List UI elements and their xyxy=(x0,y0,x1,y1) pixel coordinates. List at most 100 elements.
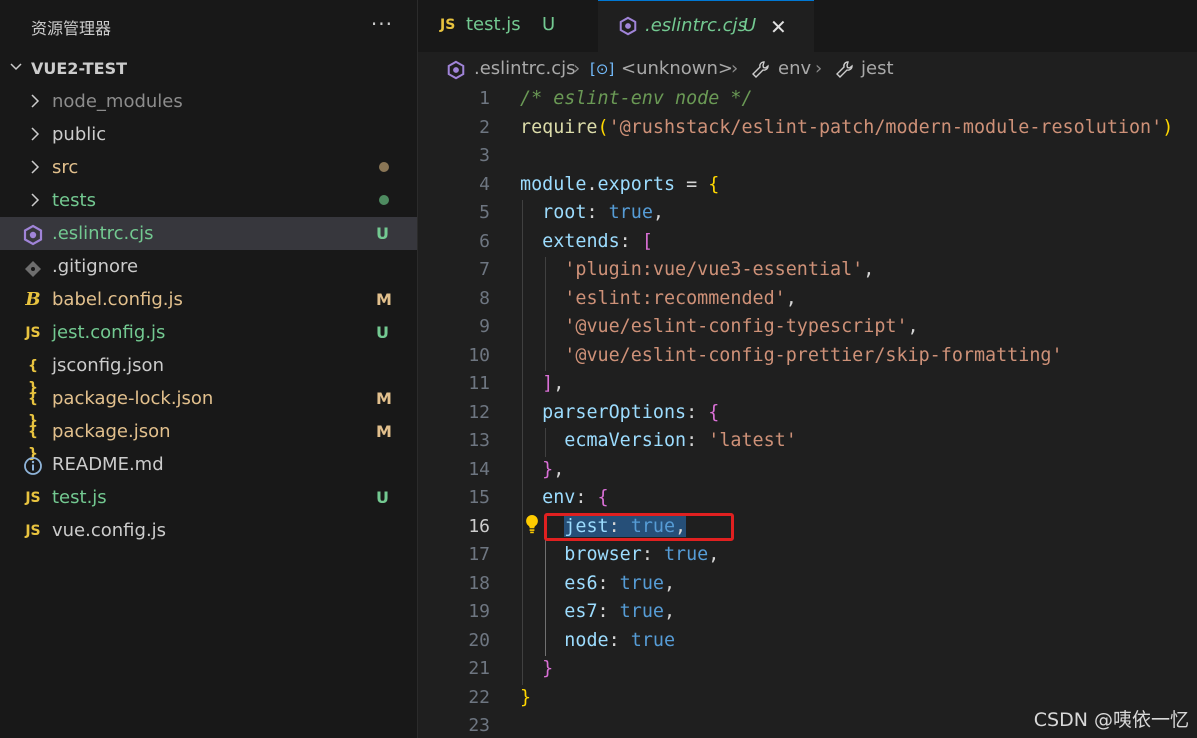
js-icon: JS xyxy=(25,490,41,506)
chevron-right-icon xyxy=(31,193,40,207)
git-status-badge: M xyxy=(376,422,392,441)
code-line: 17 browser: true, xyxy=(418,542,1197,571)
tree-item-label: babel.config.js xyxy=(52,289,183,310)
token: true xyxy=(663,544,709,565)
code-line: 9 '@vue/eslint-config-typescript', xyxy=(418,314,1197,343)
code-line: 13 ecmaVersion: 'latest' xyxy=(418,428,1197,457)
tree-folder-tests[interactable]: tests xyxy=(0,184,417,217)
js-icon: JS xyxy=(25,325,41,341)
js-icon: JS xyxy=(25,523,41,539)
tree-file-gitignore[interactable]: .gitignore xyxy=(0,250,417,283)
line-content: es7: true, xyxy=(564,601,676,622)
line-number: 4 xyxy=(479,173,490,195)
line-number: 23 xyxy=(468,715,490,736)
tree-file-package-json[interactable]: { } package.json M xyxy=(0,415,417,462)
chevron-right-icon xyxy=(31,94,40,108)
babel-icon: B xyxy=(25,289,41,310)
tree-item-label: .gitignore xyxy=(52,256,139,277)
line-content: parserOptions: { xyxy=(542,401,720,423)
tree-folder-src[interactable]: src xyxy=(0,151,417,184)
line-number: 19 xyxy=(468,601,490,622)
token: env xyxy=(542,487,576,508)
code-line: 15 env: { xyxy=(418,485,1197,514)
json-icon: { } xyxy=(28,358,38,396)
code-line: 8 'eslint:recommended', xyxy=(418,285,1197,314)
git-status-badge: U xyxy=(376,224,389,243)
line-number: 20 xyxy=(468,629,490,651)
token: extends xyxy=(542,230,620,252)
line-content: env: { xyxy=(542,487,609,508)
breadcrumb-symbol-unknown[interactable]: <unknown> xyxy=(621,58,733,79)
explorer-header: 资源管理器 ··· xyxy=(0,0,417,52)
line-content: require('@rushstack/eslint-patch/modern-… xyxy=(520,116,1174,138)
code-line: 20 node: true xyxy=(418,627,1197,656)
git-status-badge: U xyxy=(376,323,389,342)
tree-file-jsconfig[interactable]: { } jsconfig.json xyxy=(0,349,417,396)
line-content: /* eslint-env node */ xyxy=(520,88,753,109)
tree-item-label: node_modules xyxy=(52,91,183,112)
line-content: ecmaVersion: 'latest' xyxy=(564,430,797,451)
tree-file-vue-config[interactable]: JS vue.config.js xyxy=(0,514,417,547)
line-number: 16 xyxy=(468,515,490,537)
line-number: 6 xyxy=(479,230,490,252)
tree-file-test-js[interactable]: JS test.js U xyxy=(0,481,417,514)
code-line: 12 parserOptions: { xyxy=(418,399,1197,428)
tab-test-js[interactable]: JS test.js U xyxy=(418,0,596,52)
more-actions-icon[interactable]: ··· xyxy=(371,12,393,36)
breadcrumb-symbol-env[interactable]: env xyxy=(778,58,811,79)
token: ecmaVersion xyxy=(564,430,687,451)
token: true xyxy=(608,202,653,223)
line-number: 10 xyxy=(468,344,490,366)
wrench-icon xyxy=(752,61,769,78)
json-icon: { } xyxy=(28,391,38,429)
tree-item-label: tests xyxy=(52,190,96,211)
breadcrumb-symbol-jest[interactable]: jest xyxy=(861,58,894,79)
line-content: module.exports = { xyxy=(520,173,720,195)
line-number: 12 xyxy=(468,401,490,423)
tab-label: .eslintrc.cjs xyxy=(645,15,747,36)
tree-file-jest-config[interactable]: JS jest.config.js U xyxy=(0,316,417,349)
token: exports xyxy=(597,173,676,195)
code-line: 5 root: true, xyxy=(418,200,1197,229)
line-number: 5 xyxy=(479,202,490,223)
code-line: 7 'plugin:vue/vue3-essential', xyxy=(418,257,1197,286)
line-content: } xyxy=(542,658,554,679)
line-number: 9 xyxy=(479,316,490,337)
line-number: 14 xyxy=(468,458,490,480)
eslint-icon xyxy=(23,224,43,246)
tree-folder-public[interactable]: public xyxy=(0,118,417,151)
token: '@rushstack/eslint-patch/modern-module-r… xyxy=(608,116,1163,138)
line-content: 'plugin:vue/vue3-essential', xyxy=(564,259,875,280)
tree-item-label: README.md xyxy=(52,454,164,475)
line-content: '@vue/eslint-config-typescript', xyxy=(564,316,919,337)
tree-file-eslintrc[interactable]: .eslintrc.cjs U xyxy=(0,217,417,250)
workspace-section-header[interactable]: VUE2-TEST xyxy=(0,52,417,85)
breadcrumb: .eslintrc.cjs › [⊙] <unknown> › env › je… xyxy=(418,52,1197,86)
workspace-name: VUE2-TEST xyxy=(31,59,128,78)
tree-folder-node-modules[interactable]: node_modules xyxy=(0,85,417,118)
code-line: 21 } xyxy=(418,656,1197,685)
line-number: 15 xyxy=(468,487,490,508)
tab-eslintrc[interactable]: .eslintrc.cjs U ✕ xyxy=(598,0,814,53)
line-number: 17 xyxy=(468,544,490,565)
token: 'eslint:recommended' xyxy=(564,287,786,309)
token: 'latest' xyxy=(708,430,797,451)
chevron-down-icon xyxy=(10,63,22,71)
code-editor[interactable]: 1 /* eslint-env node */ 2 require('@rush… xyxy=(418,86,1197,738)
git-status-badge: M xyxy=(376,389,392,408)
tree-file-readme[interactable]: README.md xyxy=(0,448,417,481)
tree-item-label: .eslintrc.cjs xyxy=(52,223,154,244)
tree-item-label: vue.config.js xyxy=(52,520,167,541)
line-content: root: true, xyxy=(542,202,664,223)
tree-file-babel-config[interactable]: B babel.config.js M xyxy=(0,283,417,316)
untracked-dot xyxy=(379,195,389,205)
watermark: CSDN @咦依一忆 xyxy=(1033,709,1189,731)
close-icon[interactable]: ✕ xyxy=(770,15,787,39)
git-status-badge: M xyxy=(376,290,392,309)
tree-file-package-lock[interactable]: { } package-lock.json M xyxy=(0,382,417,429)
breadcrumb-file[interactable]: .eslintrc.cjs xyxy=(474,58,576,79)
tree-item-label: src xyxy=(52,157,79,178)
line-number: 13 xyxy=(468,430,490,451)
token: = xyxy=(675,173,709,195)
lightbulb-icon[interactable] xyxy=(524,513,540,537)
